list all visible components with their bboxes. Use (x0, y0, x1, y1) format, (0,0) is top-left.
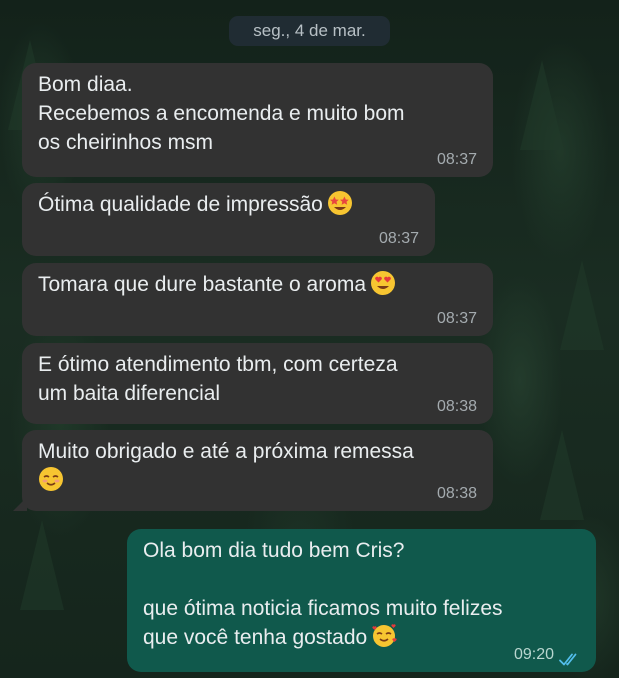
incoming-message[interactable]: Bom diaa. Recebemos a encomenda e muito … (22, 63, 493, 177)
smiling-hearts-emoji (371, 623, 397, 657)
tree-shape (20, 520, 64, 610)
message-text: E ótimo atendimento tbm, com certeza um … (38, 353, 398, 405)
message-text: Tomara que dure bastante o aroma (38, 273, 367, 296)
heart-eyes-emoji (370, 270, 396, 304)
message-time: 08:37 (436, 310, 477, 327)
star-struck-emoji (327, 190, 353, 224)
message-time: 08:38 (436, 485, 477, 502)
incoming-message[interactable]: Tomara que dure bastante o aroma 08:37 (22, 263, 493, 336)
message-time: 08:38 (436, 398, 477, 415)
message-time: 09:20 (513, 646, 554, 663)
outgoing-message[interactable]: Ola bom dia tudo bem Cris? que ótima not… (127, 529, 596, 672)
smiling-blush-emoji (38, 466, 64, 500)
incoming-message[interactable]: E ótimo atendimento tbm, com certeza um … (22, 343, 493, 424)
message-text: Ótima qualidade de impressão (38, 193, 323, 216)
message-time: 08:37 (436, 151, 477, 168)
message-text: Muito obrigado e até a próxima remessa (38, 440, 414, 463)
message-text: Bom diaa. Recebemos a encomenda e muito … (38, 73, 405, 154)
tree-shape (560, 260, 604, 350)
incoming-message[interactable]: Muito obrigado e até a próxima remessa 0… (13, 430, 493, 511)
message-time: 08:37 (378, 230, 419, 247)
incoming-message[interactable]: Ótima qualidade de impressão 08:37 (22, 183, 435, 256)
bubble-tail (13, 497, 27, 511)
date-separator: seg., 4 de mar. (229, 16, 390, 46)
read-double-check-icon (558, 647, 582, 666)
message-text: Ola bom dia tudo bem Cris? que ótima not… (143, 539, 503, 649)
tree-shape (520, 60, 564, 150)
tree-shape (540, 430, 584, 520)
